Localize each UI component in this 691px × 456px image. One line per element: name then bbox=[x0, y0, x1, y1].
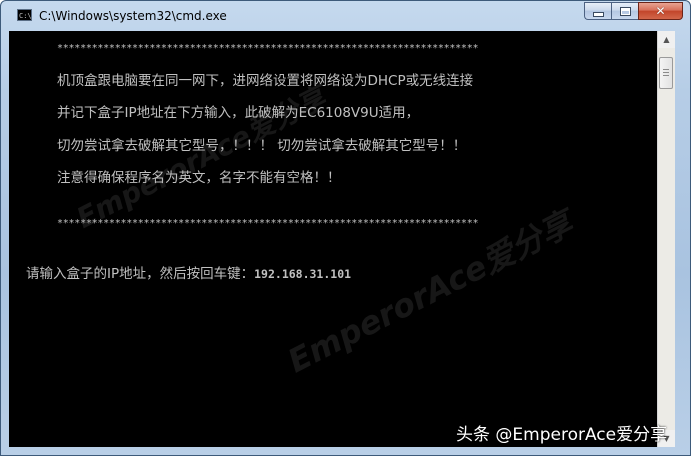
console-line: 并记下盒子IP地址在下方输入，此破解为EC6108V9U适用， bbox=[57, 105, 420, 121]
scroll-up-button[interactable]: ▲ bbox=[658, 31, 675, 48]
close-button[interactable]: ✕ bbox=[638, 2, 683, 20]
vertical-scrollbar[interactable]: ▲ ▼ bbox=[657, 31, 675, 447]
separator-line: ****************************************… bbox=[57, 43, 479, 54]
minimize-button[interactable] bbox=[584, 2, 611, 20]
title-bar[interactable]: C:\ C:\Windows\system32\cmd.exe ✕ bbox=[1, 1, 690, 31]
console-line: 注意得确保程序名为英文，名字不能有空格！！ bbox=[57, 170, 341, 186]
maximize-button[interactable] bbox=[611, 2, 638, 20]
grip-icon bbox=[663, 69, 669, 76]
close-icon: ✕ bbox=[655, 4, 666, 18]
caption-buttons: ✕ bbox=[584, 2, 683, 21]
separator-line: ****************************************… bbox=[57, 218, 479, 229]
ip-input-value[interactable]: 192.168.31.101 bbox=[254, 267, 351, 281]
window-title: C:\Windows\system32\cmd.exe bbox=[39, 9, 227, 23]
minimize-icon bbox=[592, 11, 604, 17]
prompt-label: 请输入盒子的IP地址，然后按回车键： bbox=[26, 266, 255, 282]
maximize-icon bbox=[619, 6, 631, 16]
source-credit: 头条 @EmperorAce爱分享 bbox=[456, 425, 668, 445]
cmd-icon[interactable]: C:\ bbox=[17, 9, 32, 21]
ip-prompt[interactable]: 请输入盒子的IP地址，然后按回车键：192.168.31.101 bbox=[26, 262, 351, 282]
cmd-window: C:\ C:\Windows\system32\cmd.exe ✕ Empero… bbox=[0, 0, 691, 456]
up-arrow-icon: ▲ bbox=[663, 35, 670, 44]
console-line: 机顶盒跟电脑要在同一网下，进网络设置将网络设为DHCP或无线连接 bbox=[57, 73, 474, 89]
scroll-thumb[interactable] bbox=[659, 57, 673, 89]
console-area[interactable]: EmperorAce爱分享 EmperorAce爱分享 ************… bbox=[9, 31, 657, 447]
console-line: 切勿尝试拿去破解其它型号，！！！ 切勿尝试拿去破解其它型号！！ bbox=[57, 138, 467, 154]
